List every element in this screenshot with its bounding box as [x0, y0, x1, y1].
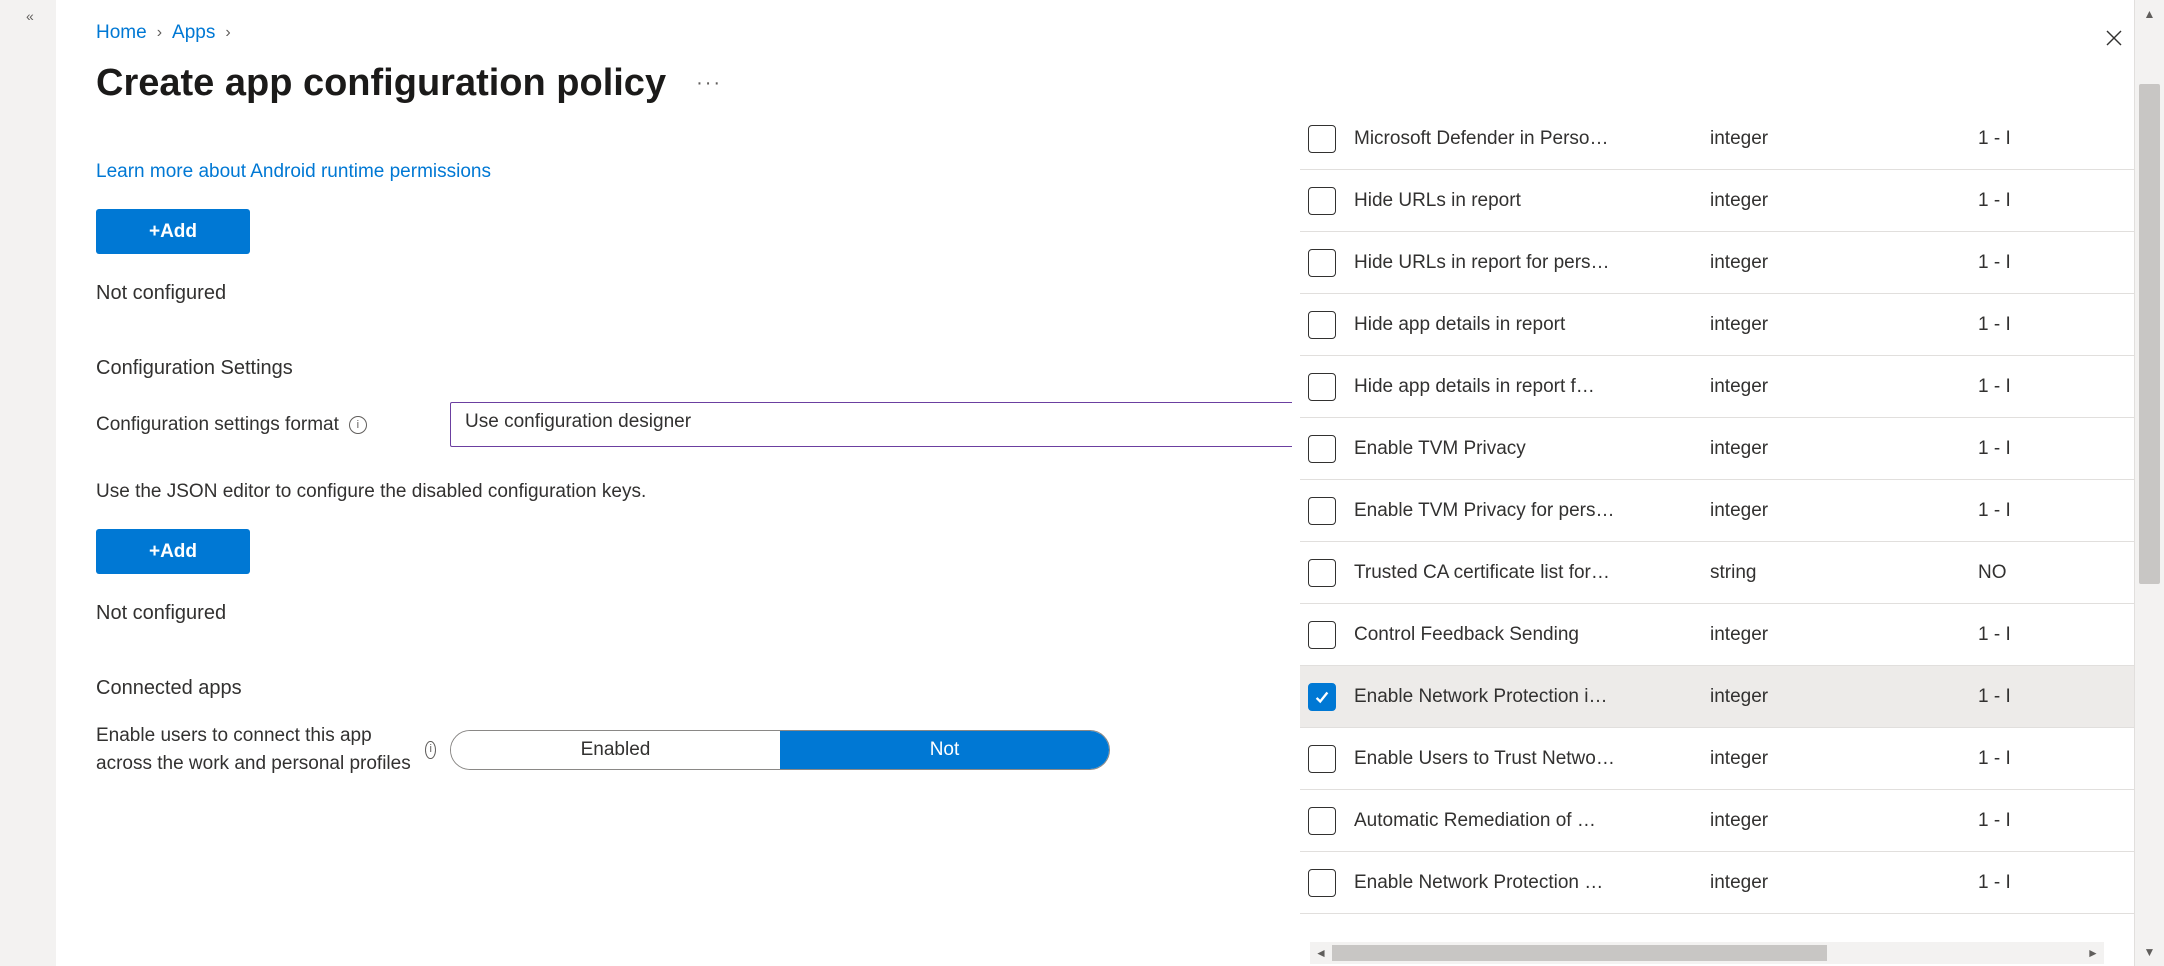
setting-name: Enable Network Protection i…: [1354, 686, 1692, 708]
connected-apps-toggle[interactable]: Enabled Not: [450, 730, 1110, 770]
checkbox[interactable]: [1308, 373, 1336, 401]
setting-name: Hide URLs in report: [1354, 190, 1692, 212]
table-row[interactable]: Microsoft Defender in Perso… integer 1 - I: [1300, 108, 2134, 170]
setting-value: 1 - I: [1978, 438, 2134, 460]
settings-picker-panel: Microsoft Defender in Perso… integer 1 - I…: [1292, 0, 2134, 966]
setting-name: Hide app details in report f…: [1354, 376, 1692, 398]
setting-value: 1 - I: [1978, 624, 2134, 646]
setting-value: 1 - I: [1978, 190, 2134, 212]
scroll-up-icon[interactable]: ▲: [2135, 0, 2164, 28]
close-icon[interactable]: [2100, 24, 2128, 52]
vertical-scrollbar[interactable]: ▲ ▼: [2134, 0, 2164, 966]
table-row[interactable]: Hide app details in report f… integer 1 - …: [1300, 356, 2134, 418]
table-row[interactable]: Automatic Remediation of … integer 1 - I: [1300, 790, 2134, 852]
setting-type: integer: [1710, 872, 1960, 894]
table-row[interactable]: Enable TVM Privacy integer 1 - I: [1300, 418, 2134, 480]
setting-value: 1 - I: [1978, 376, 2134, 398]
setting-name: Enable Network Protection …: [1354, 872, 1692, 894]
toggle-enabled-option[interactable]: Enabled: [451, 731, 780, 769]
setting-name: Automatic Remediation of …: [1354, 810, 1692, 832]
setting-type: integer: [1710, 128, 1960, 150]
setting-type: integer: [1710, 438, 1960, 460]
setting-type: integer: [1710, 748, 1960, 770]
setting-name: Enable Users to Trust Netwo…: [1354, 748, 1692, 770]
toggle-notconfigured-option[interactable]: Not: [780, 731, 1109, 769]
collapse-nav-icon[interactable]: «: [26, 8, 34, 24]
setting-type: integer: [1710, 810, 1960, 832]
horizontal-scrollbar[interactable]: ◄ ►: [1310, 942, 2104, 964]
setting-value: 1 - I: [1978, 500, 2134, 522]
setting-value: 1 - I: [1978, 872, 2134, 894]
setting-value: 1 - I: [1978, 314, 2134, 336]
checkbox[interactable]: [1308, 745, 1336, 773]
checkbox[interactable]: [1308, 621, 1336, 649]
setting-value: 1 - I: [1978, 810, 2134, 832]
breadcrumb-home[interactable]: Home: [96, 22, 147, 44]
setting-type: integer: [1710, 252, 1960, 274]
checkbox[interactable]: [1308, 249, 1336, 277]
table-row[interactable]: Enable Users to Trust Netwo… integer 1 - I: [1300, 728, 2134, 790]
setting-value: NO: [1978, 562, 2134, 584]
chevron-right-icon: ›: [225, 24, 230, 42]
setting-type: integer: [1710, 624, 1960, 646]
setting-type: integer: [1710, 686, 1960, 708]
setting-value: 1 - I: [1978, 252, 2134, 274]
checkbox[interactable]: [1308, 311, 1336, 339]
setting-name: Trusted CA certificate list for…: [1354, 562, 1692, 584]
breadcrumb-apps[interactable]: Apps: [172, 22, 215, 44]
add-permission-button[interactable]: +Add: [96, 209, 250, 254]
setting-value: 1 - I: [1978, 686, 2134, 708]
setting-type: integer: [1710, 190, 1960, 212]
table-row[interactable]: Control Feedback Sending integer 1 - I: [1300, 604, 2134, 666]
scroll-down-icon[interactable]: ▼: [2135, 938, 2164, 966]
setting-type: integer: [1710, 500, 1960, 522]
scroll-right-icon[interactable]: ►: [2082, 946, 2104, 960]
setting-name: Hide app details in report: [1354, 314, 1692, 336]
table-row[interactable]: Hide URLs in report for pers… integer 1 - …: [1300, 232, 2134, 294]
table-row[interactable]: Hide URLs in report integer 1 - I: [1300, 170, 2134, 232]
checkbox[interactable]: [1308, 125, 1336, 153]
checkbox[interactable]: [1308, 807, 1336, 835]
chevron-right-icon: ›: [157, 24, 162, 42]
setting-type: integer: [1710, 314, 1960, 336]
setting-type: string: [1710, 562, 1960, 584]
setting-name: Hide URLs in report for pers…: [1354, 252, 1692, 274]
checkbox[interactable]: [1308, 559, 1336, 587]
config-format-label: Configuration settings format: [96, 414, 339, 436]
checkbox[interactable]: [1308, 683, 1336, 711]
table-row[interactable]: Enable TVM Privacy for pers… integer 1 - I: [1300, 480, 2134, 542]
setting-name: Microsoft Defender in Perso…: [1354, 128, 1692, 150]
info-icon[interactable]: i: [349, 416, 367, 434]
setting-name: Enable TVM Privacy for pers…: [1354, 500, 1692, 522]
checkbox[interactable]: [1308, 869, 1336, 897]
table-row[interactable]: Hide app details in report integer 1 - I: [1300, 294, 2134, 356]
setting-name: Control Feedback Sending: [1354, 624, 1692, 646]
table-row[interactable]: Enable Network Protection … integer 1 - I: [1300, 852, 2134, 914]
setting-type: integer: [1710, 376, 1960, 398]
table-row[interactable]: Enable Network Protection i… integer 1 - I: [1300, 666, 2134, 728]
add-config-key-button[interactable]: +Add: [96, 529, 250, 574]
connected-apps-desc: Enable users to connect this app across …: [96, 722, 415, 777]
checkbox[interactable]: [1308, 497, 1336, 525]
scroll-left-icon[interactable]: ◄: [1310, 946, 1332, 960]
checkbox[interactable]: [1308, 435, 1336, 463]
table-row[interactable]: Trusted CA certificate list for… string NO: [1300, 542, 2134, 604]
setting-value: 1 - I: [1978, 748, 2134, 770]
setting-value: 1 - I: [1978, 128, 2134, 150]
more-actions-icon[interactable]: ···: [696, 72, 722, 95]
info-icon[interactable]: i: [425, 741, 436, 759]
page-title: Create app configuration policy: [96, 62, 666, 105]
checkbox[interactable]: [1308, 187, 1336, 215]
learn-more-link[interactable]: Learn more about Android runtime permiss…: [96, 161, 491, 183]
setting-name: Enable TVM Privacy: [1354, 438, 1692, 460]
